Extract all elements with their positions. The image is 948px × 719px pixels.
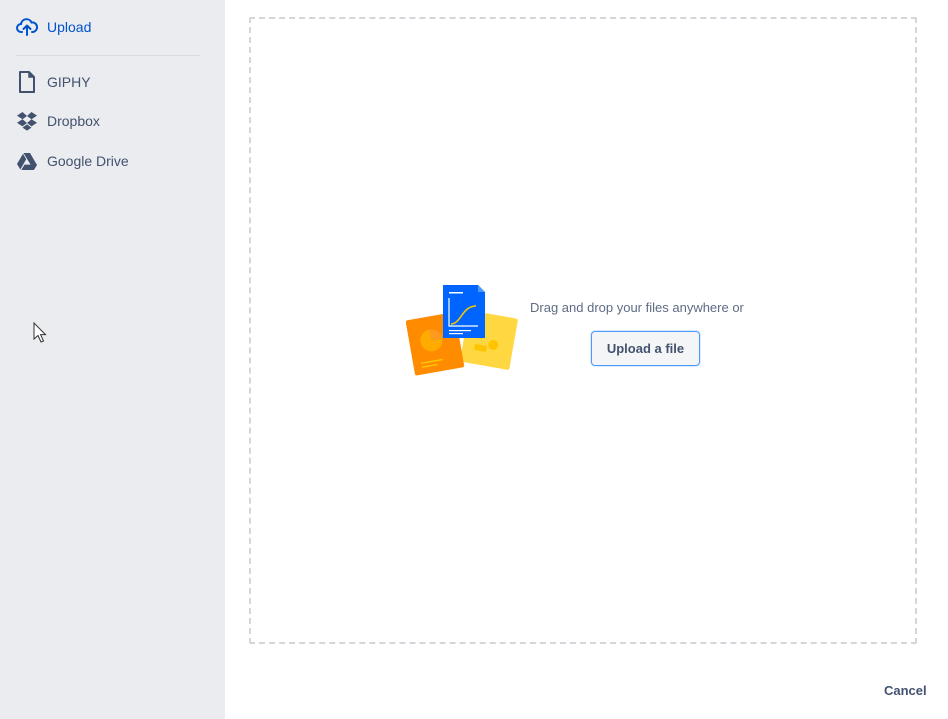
upload-file-button[interactable]: Upload a file [591, 331, 700, 366]
dropbox-icon [16, 110, 38, 132]
google-drive-icon [16, 150, 38, 172]
sidebar-item-label: Upload [47, 19, 92, 35]
sidebar: Upload GIPHY Dropbox Google Drive [0, 0, 225, 719]
sidebar-item-label: Dropbox [47, 113, 100, 129]
drop-zone[interactable] [249, 17, 917, 644]
sidebar-item-upload[interactable]: Upload [16, 15, 91, 39]
sidebar-item-dropbox[interactable]: Dropbox [16, 109, 100, 133]
cancel-button[interactable]: Cancel [884, 683, 927, 698]
files-illustration-icon [406, 285, 518, 376]
sidebar-item-google-drive[interactable]: Google Drive [16, 149, 129, 173]
sidebar-item-label: GIPHY [47, 74, 91, 90]
file-icon [16, 71, 38, 93]
sidebar-item-label: Google Drive [47, 153, 129, 169]
sidebar-item-giphy[interactable]: GIPHY [16, 70, 91, 94]
drop-instructions: Drag and drop your files anywhere or [530, 300, 744, 315]
sidebar-divider [16, 55, 200, 56]
cloud-upload-icon [16, 16, 38, 38]
mouse-cursor-icon [33, 322, 47, 343]
